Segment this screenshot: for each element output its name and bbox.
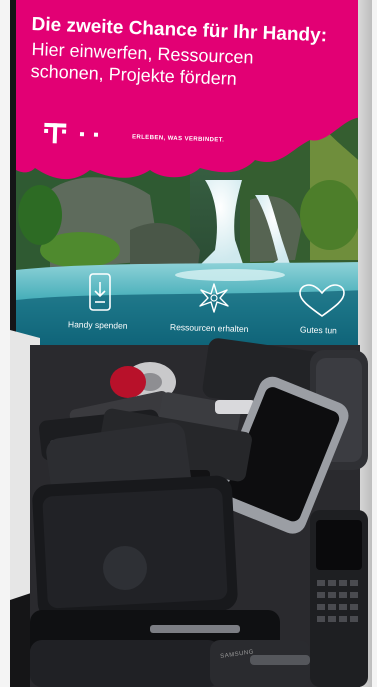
sparkle-flower-icon xyxy=(199,283,229,313)
campaign-banner: Die zweite Chance für Ihr Handy: Hier ei… xyxy=(10,0,372,190)
feature-label-handy-spenden: Handy spenden xyxy=(67,319,128,331)
banner-tagline: ERLEBEN, WAS VERBINDET. xyxy=(131,134,225,144)
phone-donate-icon xyxy=(89,273,111,311)
heart-icon xyxy=(299,284,345,317)
collection-box-photo: Die zweite Chance für Ihr Handy: Hier ei… xyxy=(10,0,372,687)
feature-label-gutes-tun: Gutes tun xyxy=(299,324,337,336)
telekom-logo xyxy=(44,122,99,144)
feature-label-ressourcen-erhalten: Ressourcen erhalten xyxy=(169,321,249,335)
